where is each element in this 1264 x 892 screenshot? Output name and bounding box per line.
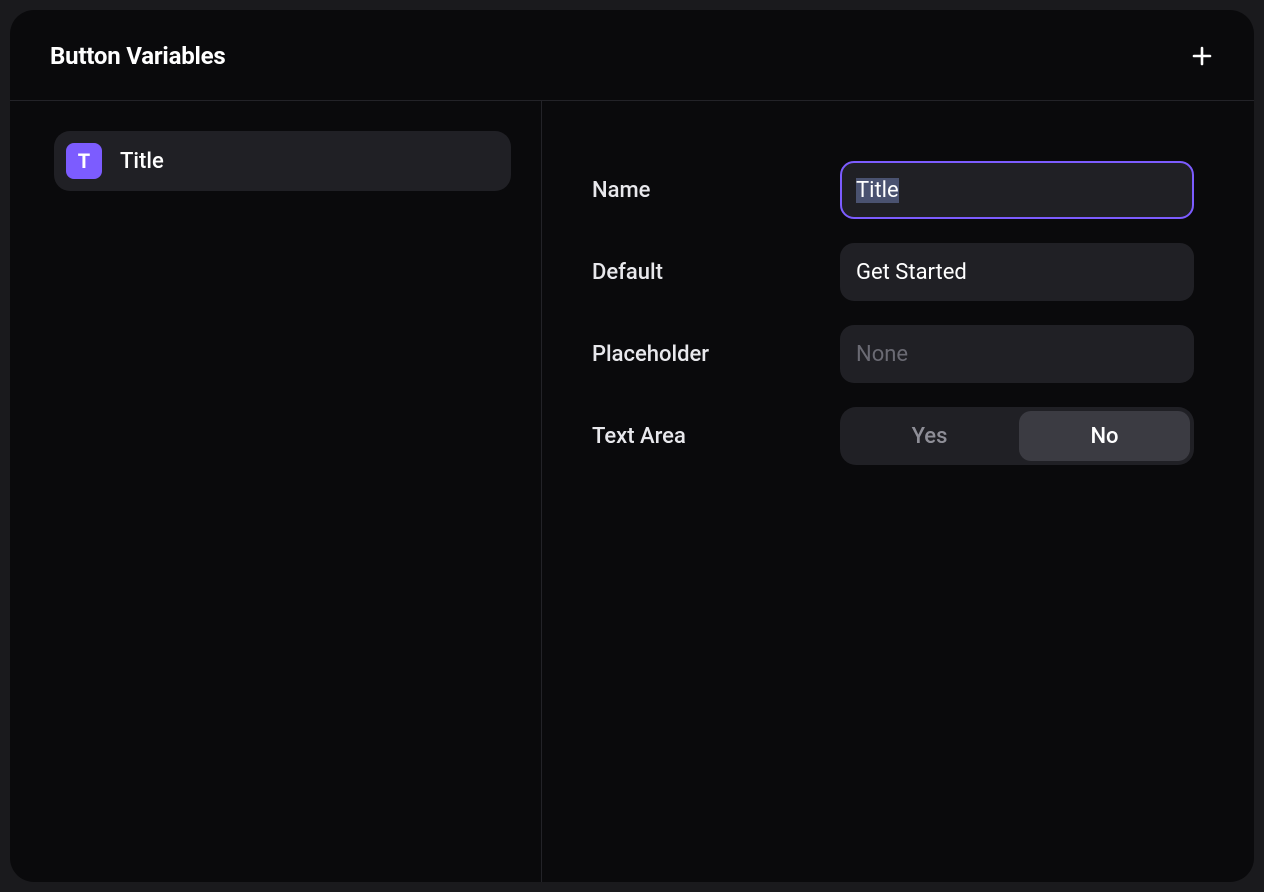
panel-body: T Title Name Title Default Plac	[10, 101, 1254, 882]
name-input[interactable]: Title	[840, 161, 1194, 219]
default-label: Default	[592, 260, 840, 285]
textarea-option-yes[interactable]: Yes	[844, 411, 1015, 461]
variable-list-item-title[interactable]: T Title	[54, 131, 511, 191]
variables-sidebar: T Title	[10, 101, 542, 882]
form-row-default: Default	[592, 243, 1194, 301]
panel-header: Button Variables	[10, 10, 1254, 101]
plus-icon	[1190, 44, 1214, 68]
textarea-option-no[interactable]: No	[1019, 411, 1190, 461]
add-variable-button[interactable]	[1186, 40, 1218, 72]
textarea-toggle: Yes No	[840, 407, 1194, 465]
variable-item-label: Title	[120, 149, 164, 174]
name-label: Name	[592, 178, 840, 203]
form-row-textarea: Text Area Yes No	[592, 407, 1194, 465]
placeholder-input[interactable]	[840, 325, 1194, 383]
textarea-label: Text Area	[592, 424, 840, 449]
variable-detail-form: Name Title Default Placeholder	[542, 101, 1254, 882]
panel-title: Button Variables	[50, 42, 226, 70]
form-row-placeholder: Placeholder	[592, 325, 1194, 383]
text-type-icon: T	[66, 143, 102, 179]
button-variables-panel: Button Variables T Title Name Title	[10, 10, 1254, 882]
default-input[interactable]	[840, 243, 1194, 301]
form-row-name: Name Title	[592, 161, 1194, 219]
name-input-selected-text: Title	[856, 178, 899, 203]
placeholder-label: Placeholder	[592, 342, 840, 367]
